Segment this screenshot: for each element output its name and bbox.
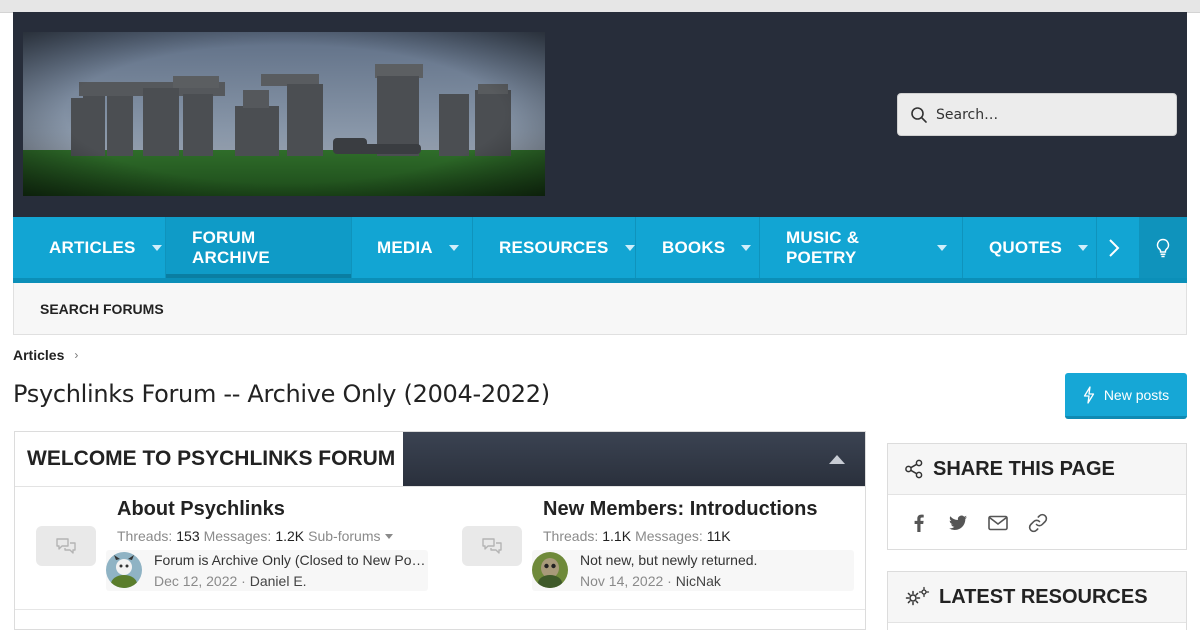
main-nav: ARTICLES FORUM ARCHIVE MEDIA RESOURCES B… [13,217,1187,283]
chevron-right-icon: › [74,348,79,362]
last-post-date[interactable]: Nov 14, 2022 [580,573,663,589]
gears-icon [905,586,930,606]
welcome-block: WELCOME TO PSYCHLINKS FORUM About Psychl… [14,431,866,630]
chevron-down-icon[interactable] [151,244,162,251]
style-toggle-button[interactable] [1139,217,1187,278]
search-icon [910,106,928,124]
messages-label: Messages: [203,528,272,544]
chevron-down-icon[interactable] [937,244,947,251]
forum-icon [36,526,96,566]
nav-label: MEDIA [377,237,433,257]
share-icon [905,459,923,479]
last-post-user[interactable]: NicNak [676,573,721,589]
divider [15,609,865,610]
nav-label: MUSIC & POETRY [786,227,860,267]
avatar[interactable] [532,552,568,588]
collapse-toggle-icon[interactable] [829,454,845,464]
chat-bubbles-icon [56,538,76,554]
nav-item-books[interactable]: BOOKS [636,217,760,278]
forum-icon [462,526,522,566]
subforums-toggle[interactable]: Sub-forums [308,528,380,544]
lightbulb-icon [1156,238,1170,257]
share-page-widget: SHARE THIS PAGE [887,443,1187,550]
nav-label: QUOTES [989,237,1062,257]
messages-label: Messages: [635,528,703,544]
block-title[interactable]: WELCOME TO PSYCHLINKS FORUM [15,432,403,486]
forum-stats: Threads: 1.1K Messages: 11K [543,528,735,544]
stonehenge-banner-image [23,32,545,196]
nav-scroll-right-button[interactable] [1097,217,1131,278]
nav-item-resources[interactable]: RESOURCES [473,217,636,278]
breadcrumb: Articles › [13,347,78,363]
block-header: WELCOME TO PSYCHLINKS FORUM [15,432,865,487]
threads-count: 1.1K [602,528,632,544]
nav-label: ARTICLES [49,237,136,257]
last-post-title-link[interactable]: Forum is Archive Only (Closed to New Pos… [154,552,428,568]
threads-count: 153 [176,528,200,544]
nav-item-media[interactable]: MEDIA [352,217,473,278]
nav-item-articles[interactable]: ARTICLES [13,217,166,278]
messages-count: 1.2K [275,528,305,544]
twitter-icon[interactable] [948,514,968,532]
chat-bubbles-icon [482,538,502,554]
nav-item-forum-archive[interactable]: FORUM ARCHIVE [166,217,352,278]
chevron-down-icon[interactable] [741,244,752,251]
messages-count: 11K [706,528,731,544]
share-buttons [888,495,1186,550]
last-post-title-link[interactable]: Not new, but newly returned. [580,552,854,568]
facebook-icon[interactable] [910,513,928,533]
forum-title-link[interactable]: About Psychlinks [117,498,285,521]
last-post: Forum is Archive Only (Closed to New Pos… [106,550,428,591]
avatar[interactable] [106,552,142,588]
latest-resources-widget: LATEST RESOURCES [887,571,1187,630]
widget-header: LATEST RESOURCES [888,572,1186,623]
forum-title-link[interactable]: New Members: Introductions [543,498,817,521]
chevron-down-icon[interactable] [624,244,635,251]
threads-label: Threads: [543,528,599,544]
last-post-date[interactable]: Dec 12, 2022 [154,573,237,589]
bolt-icon [1083,385,1094,404]
search-input[interactable] [936,106,1156,123]
last-post-meta: Dec 12, 2022 · Daniel E. [154,573,307,589]
widget-title: LATEST RESOURCES [939,585,1148,608]
nav-label: FORUM ARCHIVE [192,227,270,267]
last-post-user[interactable]: Daniel E. [250,573,307,589]
link-icon[interactable] [1028,513,1048,533]
site-logo-banner[interactable] [23,32,545,196]
last-post-meta: Nov 14, 2022 · NicNak [580,573,721,589]
nav-item-quotes[interactable]: QUOTES [963,217,1097,278]
widget-title: SHARE THIS PAGE [933,457,1115,480]
block-header-bar [403,432,865,486]
new-posts-button[interactable]: New posts [1065,373,1187,419]
nav-item-music-poetry[interactable]: MUSIC & POETRY [760,217,963,278]
nav-label: BOOKS [662,237,726,257]
search-forums-link[interactable]: SEARCH FORUMS [40,301,164,317]
sub-nav: SEARCH FORUMS [13,283,1187,335]
widget-header: SHARE THIS PAGE [888,444,1186,495]
last-post: Not new, but newly returned. Nov 14, 202… [532,550,854,591]
site-header [13,12,1187,217]
threads-label: Threads: [117,528,173,544]
page-title: Psychlinks Forum -- Archive Only (2004-2… [13,380,550,408]
breadcrumb-item-articles[interactable]: Articles [13,347,64,363]
nav-label: RESOURCES [499,237,609,257]
chevron-down-icon[interactable] [1078,244,1088,251]
search-box[interactable] [897,93,1177,136]
new-posts-label: New posts [1103,386,1170,403]
forum-stats: Threads: 153 Messages: 1.2K Sub-forums [117,528,394,544]
chevron-right-icon [1109,238,1120,257]
chevron-down-icon[interactable] [448,244,459,251]
email-icon[interactable] [988,515,1008,531]
chevron-down-icon[interactable] [385,533,394,539]
